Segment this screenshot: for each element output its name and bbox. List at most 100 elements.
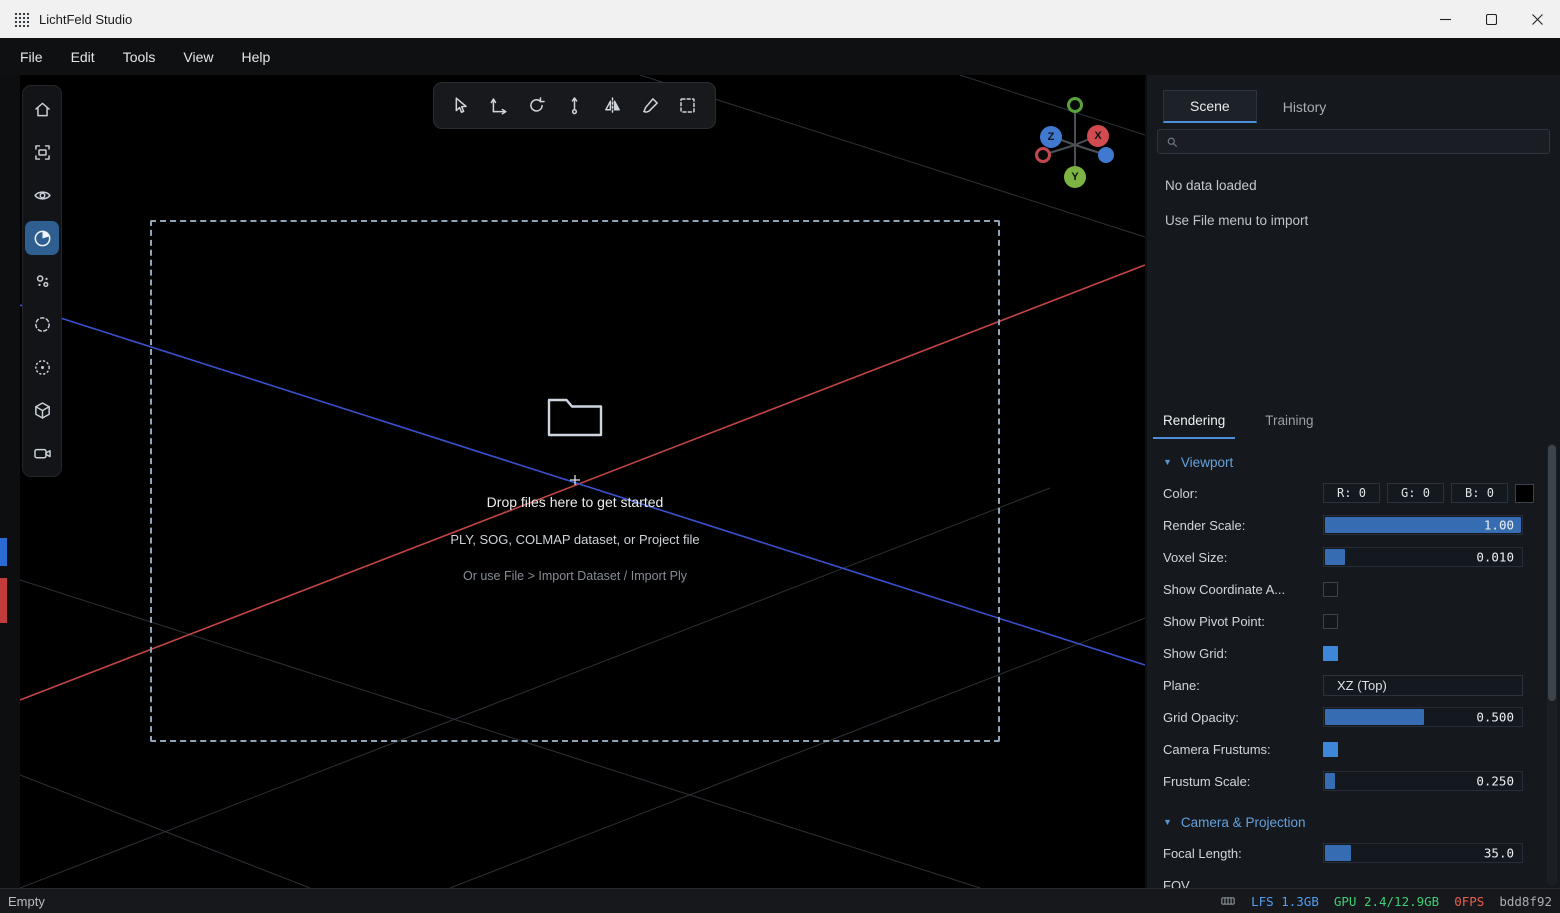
brush-icon — [640, 95, 661, 116]
search-icon — [1165, 135, 1179, 149]
tool-dotted-circle-button[interactable] — [25, 350, 59, 384]
gizmo-neg-y-ball[interactable] — [1067, 97, 1083, 113]
dropzone-title: Drop files here to get started — [486, 494, 664, 510]
menu-tools[interactable]: Tools — [109, 49, 170, 65]
status-fps-counter: 0FPS — [1454, 893, 1485, 909]
property-row: Show Coordinate A... — [1163, 573, 1540, 605]
video-camera-icon — [32, 443, 53, 464]
slider-value: 0.500 — [1476, 709, 1514, 725]
property-label: Camera Frustums: — [1163, 741, 1271, 757]
minimize-button[interactable] — [1422, 0, 1468, 38]
scene-history-tabs: Scene History — [1163, 90, 1352, 123]
gizmo-neg-z-ball[interactable] — [1098, 147, 1114, 163]
property-label: Show Coordinate A... — [1163, 581, 1286, 597]
slider-fill — [1325, 845, 1351, 861]
tool-cube-button[interactable] — [25, 393, 59, 427]
search-input[interactable] — [1185, 134, 1542, 149]
checkbox[interactable] — [1323, 645, 1338, 661]
view-orientation-gizmo[interactable]: Z X Y — [1031, 93, 1121, 191]
slider[interactable]: 35.0 — [1323, 843, 1523, 863]
tab-scene[interactable]: Scene — [1163, 90, 1257, 123]
tool-dashed-circle-button[interactable] — [25, 307, 59, 341]
tool-focus-frame-button[interactable] — [25, 135, 59, 169]
vtool-brush-button[interactable] — [634, 90, 666, 122]
viewport-3d[interactable]: Z X Y Drop files here to get started PLY… — [20, 75, 1145, 888]
menu-edit[interactable]: Edit — [57, 49, 109, 65]
cube-icon — [32, 400, 53, 421]
vtool-mirror-button[interactable] — [596, 90, 628, 122]
focus-frame-icon — [32, 142, 53, 163]
points-cluster-icon — [32, 271, 53, 292]
home-icon — [32, 99, 53, 120]
tool-video-camera-button[interactable] — [25, 436, 59, 470]
status-bar: Empty LFS 1.3GB GPU 2.4/12.9GB 0FPS bdd8… — [0, 888, 1560, 913]
gizmo-y-ball[interactable]: Y — [1064, 166, 1086, 188]
color-r-field[interactable]: R: 0 — [1323, 483, 1380, 503]
slider-value: 0.010 — [1476, 549, 1514, 565]
tab-training[interactable]: Training — [1255, 406, 1323, 439]
slider-fill — [1325, 549, 1345, 565]
gizmo-x-ball[interactable]: X — [1087, 125, 1109, 147]
dropzone-subtitle: PLY, SOG, COLMAP dataset, or Project fil… — [450, 532, 700, 547]
slider-value: 1.00 — [1483, 517, 1514, 533]
color-swatch[interactable] — [1515, 483, 1534, 503]
vtool-axis-pivot-button[interactable] — [558, 90, 590, 122]
property-row: Focal Length: 35.0 — [1163, 837, 1540, 869]
vtool-rotate-button[interactable] — [521, 90, 553, 122]
plane-select[interactable]: XZ (Top) — [1323, 674, 1523, 696]
vtool-select-cursor-button[interactable] — [445, 90, 477, 122]
gizmo-z-ball[interactable]: Z — [1040, 126, 1062, 148]
tab-history[interactable]: History — [1257, 90, 1353, 123]
drop-zone[interactable]: Drop files here to get started PLY, SOG,… — [150, 220, 1000, 742]
tool-home-button[interactable] — [25, 92, 59, 126]
property-row: FOV — [1163, 869, 1540, 889]
gizmo-neg-x-ball[interactable] — [1035, 147, 1051, 163]
left-toolbar — [22, 85, 62, 477]
section-title: Camera & Projection — [1180, 814, 1306, 830]
tool-eye-button[interactable] — [25, 178, 59, 212]
slider[interactable]: 1.00 — [1323, 515, 1523, 535]
window-title: LichtFeld Studio — [39, 11, 133, 27]
axis-pivot-icon — [564, 95, 585, 116]
property-label: Voxel Size: — [1163, 549, 1228, 565]
property-tabs: Rendering Training — [1153, 406, 1324, 439]
color-b-field[interactable]: B: 0 — [1451, 483, 1508, 503]
menu-bar: File Edit Tools View Help — [0, 38, 1560, 75]
tab-rendering[interactable]: Rendering — [1153, 406, 1236, 439]
panel-scrollbar[interactable] — [1547, 443, 1557, 886]
vtool-marquee-select-button[interactable] — [672, 90, 704, 122]
eye-icon — [32, 185, 53, 206]
checkbox[interactable] — [1323, 741, 1338, 757]
collapse-arrow-icon: ▼ — [1163, 457, 1172, 467]
property-row: Frustum Scale: 0.250 — [1163, 765, 1540, 797]
property-label: Frustum Scale: — [1163, 773, 1251, 789]
menu-help[interactable]: Help — [227, 49, 284, 65]
property-row: Plane: XZ (Top) — [1163, 669, 1540, 701]
section-header[interactable]: ▼ Camera & Projection — [1163, 809, 1540, 835]
menu-file[interactable]: File — [6, 49, 57, 65]
slider[interactable]: 0.500 — [1323, 707, 1523, 727]
translate-icon — [488, 95, 509, 116]
vtool-translate-button[interactable] — [483, 90, 515, 122]
edge-marker-blue — [0, 538, 7, 566]
menu-view[interactable]: View — [169, 49, 227, 65]
close-button[interactable] — [1514, 0, 1560, 38]
checkbox[interactable] — [1323, 613, 1338, 629]
property-label: Grid Opacity: — [1163, 709, 1239, 725]
maximize-button[interactable] — [1468, 0, 1514, 38]
select-cursor-icon — [450, 95, 471, 116]
scene-search[interactable] — [1157, 129, 1550, 154]
slider[interactable]: 0.250 — [1323, 771, 1523, 791]
checkbox[interactable] — [1323, 581, 1338, 597]
color-g-field[interactable]: G: 0 — [1387, 483, 1444, 503]
status-lfs-memory: LFS 1.3GB — [1251, 893, 1319, 909]
mirror-icon — [602, 95, 623, 116]
slider-fill — [1325, 773, 1335, 789]
scrollbar-thumb[interactable] — [1548, 445, 1556, 701]
folder-icon — [544, 390, 606, 445]
tool-pie-chart-button[interactable] — [25, 221, 59, 255]
dashed-circle-icon — [32, 314, 53, 335]
tool-points-cluster-button[interactable] — [25, 264, 59, 298]
section-header[interactable]: ▼ Viewport — [1163, 449, 1540, 475]
slider[interactable]: 0.010 — [1323, 547, 1523, 567]
